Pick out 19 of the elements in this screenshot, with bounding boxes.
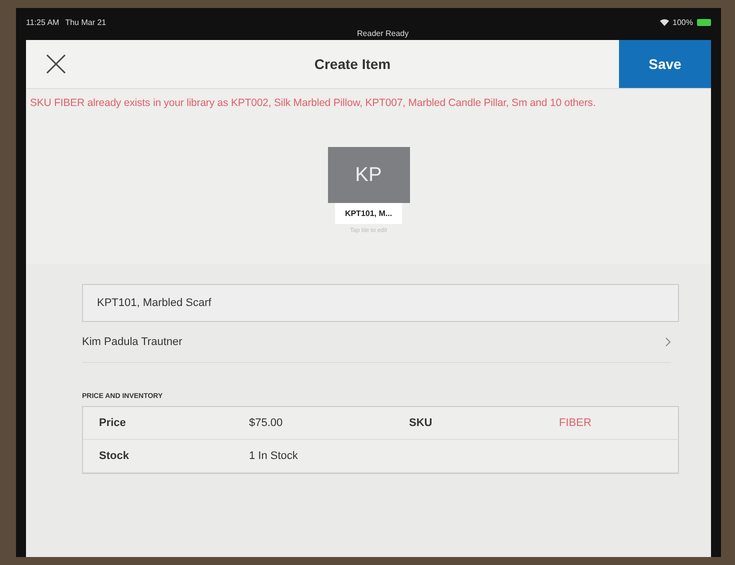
name-field[interactable]: KPT101, Marbled Scarf bbox=[82, 284, 679, 322]
close-icon[interactable] bbox=[46, 54, 66, 74]
row-label: SKU bbox=[409, 417, 434, 429]
battery-icon bbox=[697, 19, 711, 26]
status-date: Thu Mar 21 bbox=[65, 18, 106, 27]
page-title: Create Item bbox=[313, 56, 392, 72]
row-value[interactable]: $75.00 bbox=[249, 417, 409, 429]
tile-label: KPT101, M... bbox=[334, 203, 402, 224]
battery-percent: 100% bbox=[672, 18, 693, 27]
row-value[interactable]: 1 In Stock bbox=[249, 450, 409, 462]
category-row[interactable]: Kim Padula Trautner bbox=[82, 322, 671, 363]
save-button[interactable]: Save bbox=[619, 40, 711, 88]
error-message: SKU FIBER already exists in your library as KPT002, Silk Marbled Pillow, KPT007, Marbled Candle Pillar, Sm and 10 others. bbox=[29, 96, 597, 111]
row-label: Price bbox=[99, 417, 127, 429]
status-time: 11:25 AM bbox=[26, 18, 60, 27]
chevron-icon bbox=[665, 337, 671, 347]
wifi-icon bbox=[660, 19, 669, 26]
reader-status: Reader Ready bbox=[357, 29, 409, 40]
row-label: Stock bbox=[99, 450, 130, 462]
